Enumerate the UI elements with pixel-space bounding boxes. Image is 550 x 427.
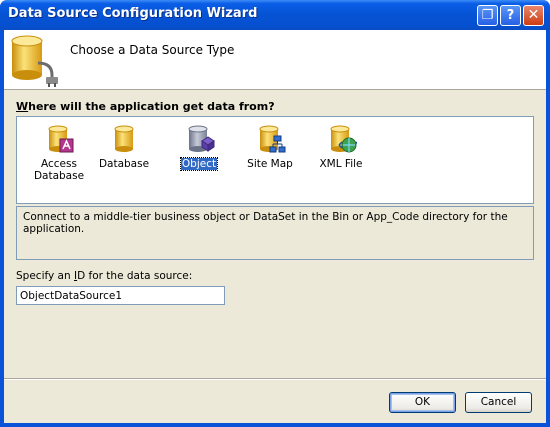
close-button[interactable]: ✕ [523,5,544,26]
wizard-window: Data Source Configuration Wizard ❐ ? ✕ C… [0,0,550,427]
access-label-line2: Database [33,170,85,182]
title-bar[interactable]: Data Source Configuration Wizard ❐ ? ✕ [0,0,550,30]
source-access-database[interactable]: Access Database [29,123,89,195]
wizard-header: Choose a Data Source Type [4,30,546,90]
site-map-icon [259,125,286,153]
xml-file-icon [330,125,357,153]
help-icon: ? [506,8,515,23]
site-map-label: Site Map [247,158,293,170]
data-source-id-input[interactable] [16,286,225,305]
window-title: Data Source Configuration Wizard [8,6,258,21]
restore-icon: ❐ [481,8,494,23]
source-description-box: Connect to a middle-tier business object… [16,206,534,260]
id-label-before: Specify an [16,270,74,282]
source-database[interactable]: Database [94,123,154,195]
data-source-type-list[interactable]: Access Database Database Object Site Map… [16,116,534,204]
source-question-text: here will the application get data from? [28,100,275,113]
xml-file-label: XML File [319,158,363,170]
source-question-label: Where will the application get data from… [16,100,275,113]
id-label-after: D for the data source: [77,270,193,282]
access-database-icon [48,125,74,153]
dialog-client-area: Choose a Data Source Type Where will the… [4,30,546,423]
object-icon [188,125,215,152]
id-field-label: Specify an ID for the data source: [16,270,192,282]
restore-button[interactable]: ❐ [477,5,498,26]
database-label: Database [98,158,150,170]
accelerator-key: W [16,100,29,113]
page-title: Choose a Data Source Type [70,43,235,57]
source-xml-file[interactable]: XML File [311,123,371,195]
database-icon [114,125,134,152]
ok-button[interactable]: OK [389,392,456,413]
object-label: Object [179,157,219,171]
footer-divider [4,378,546,380]
access-label-line1: Access [41,158,77,170]
source-object[interactable]: Object [169,123,229,195]
database-plug-icon [8,33,60,90]
help-button[interactable]: ? [500,5,521,26]
source-site-map[interactable]: Site Map [240,123,300,195]
source-description: Connect to a middle-tier business object… [23,211,508,235]
close-icon: ✕ [527,7,540,23]
cancel-button[interactable]: Cancel [465,392,532,413]
